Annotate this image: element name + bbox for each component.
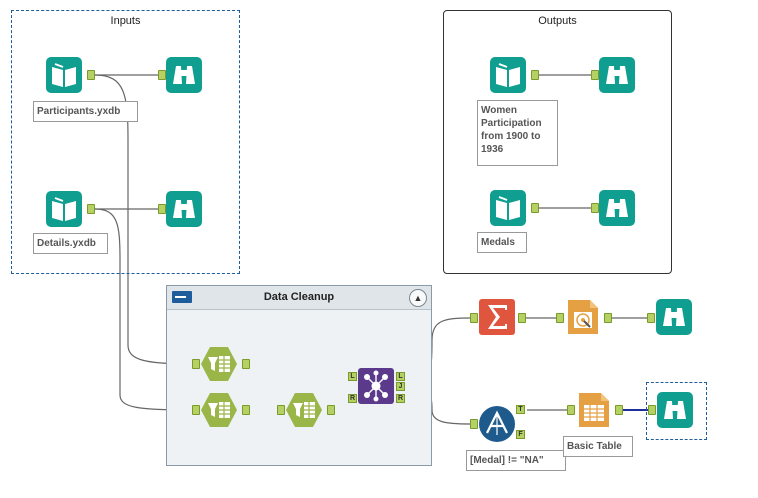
input-anchor[interactable]: [470, 313, 478, 323]
input-data-tool-participants[interactable]: [45, 56, 83, 94]
browse-tool-table[interactable]: [656, 391, 694, 429]
book-icon: [46, 57, 82, 93]
outputs-container-title: Outputs: [538, 15, 577, 27]
join-j-output-anchor[interactable]: J: [396, 382, 405, 391]
input-anchor[interactable]: [470, 419, 478, 429]
output-data-tool-medals[interactable]: [489, 189, 527, 227]
input-anchor[interactable]: [648, 405, 656, 415]
select-tool-1[interactable]: [200, 345, 238, 383]
select-tool-3[interactable]: [285, 391, 323, 429]
browse-tool-details[interactable]: [165, 190, 203, 228]
binoculars-icon: [166, 191, 202, 227]
binoculars-icon: [599, 57, 635, 93]
input-anchor[interactable]: [192, 405, 200, 415]
input-anchor[interactable]: [567, 405, 575, 415]
select-icon: [286, 393, 322, 427]
book-icon: [490, 190, 526, 226]
output-anchor[interactable]: [87, 70, 95, 80]
browse-tool-women[interactable]: [598, 56, 636, 94]
output-data-tool-women[interactable]: [489, 56, 527, 94]
join-right-anchor[interactable]: R: [348, 394, 357, 403]
tool-annotation-basic-table: Basic Table: [563, 436, 633, 457]
binoculars-icon: [166, 57, 202, 93]
interactive-chart-tool[interactable]: [564, 298, 602, 336]
book-icon: [46, 191, 82, 227]
select-icon: [201, 347, 237, 381]
select-icon: [201, 393, 237, 427]
input-anchor[interactable]: [192, 359, 200, 369]
browse-tool-medals[interactable]: [598, 189, 636, 227]
input-anchor[interactable]: [556, 313, 564, 323]
output-anchor[interactable]: [531, 70, 539, 80]
output-anchor[interactable]: [87, 204, 95, 214]
join-l-output-anchor[interactable]: L: [396, 372, 405, 381]
filter-tool[interactable]: [478, 405, 516, 443]
tool-annotation-participants: Participants.yxdb: [33, 101, 138, 122]
filter-true-anchor[interactable]: T: [516, 405, 525, 414]
book-icon: [490, 57, 526, 93]
browse-tool-chart[interactable]: [655, 298, 693, 336]
filter-icon: [479, 406, 515, 442]
tool-annotation-women: Women Participation from 1900 to 1936: [477, 100, 558, 166]
tool-annotation-filter: [Medal] != "NA": [466, 450, 566, 471]
join-r-output-anchor[interactable]: R: [396, 394, 405, 403]
binoculars-icon: [656, 299, 692, 335]
output-anchor[interactable]: [604, 313, 612, 323]
input-data-tool-details[interactable]: [45, 190, 83, 228]
binoculars-icon: [657, 392, 693, 428]
sigma-icon: [479, 299, 515, 335]
output-anchor[interactable]: [615, 405, 623, 415]
join-tool[interactable]: [357, 367, 395, 405]
tool-annotation-medals: Medals: [477, 232, 527, 253]
output-anchor[interactable]: [327, 405, 335, 415]
basic-table-tool[interactable]: [575, 391, 613, 429]
data-cleanup-header[interactable]: Data Cleanup ▲: [167, 286, 431, 310]
join-left-anchor[interactable]: L: [348, 372, 357, 381]
join-icon: [358, 368, 394, 404]
collapse-chevron-icon[interactable]: ▲: [409, 289, 427, 307]
summarize-tool[interactable]: [478, 298, 516, 336]
input-anchor[interactable]: [647, 313, 655, 323]
output-anchor[interactable]: [242, 359, 250, 369]
table-icon: [579, 393, 609, 427]
inputs-container-title: Inputs: [110, 15, 141, 27]
input-anchor[interactable]: [277, 405, 285, 415]
output-anchor[interactable]: [531, 203, 539, 213]
filter-false-anchor[interactable]: F: [516, 430, 525, 439]
tool-annotation-details: Details.yxdb: [33, 233, 108, 254]
output-anchor[interactable]: [518, 313, 526, 323]
chart-icon: [568, 300, 598, 334]
output-anchor[interactable]: [242, 405, 250, 415]
browse-tool-participants[interactable]: [165, 56, 203, 94]
data-cleanup-title: Data Cleanup: [263, 291, 335, 303]
binoculars-icon: [599, 190, 635, 226]
select-tool-2[interactable]: [200, 391, 238, 429]
